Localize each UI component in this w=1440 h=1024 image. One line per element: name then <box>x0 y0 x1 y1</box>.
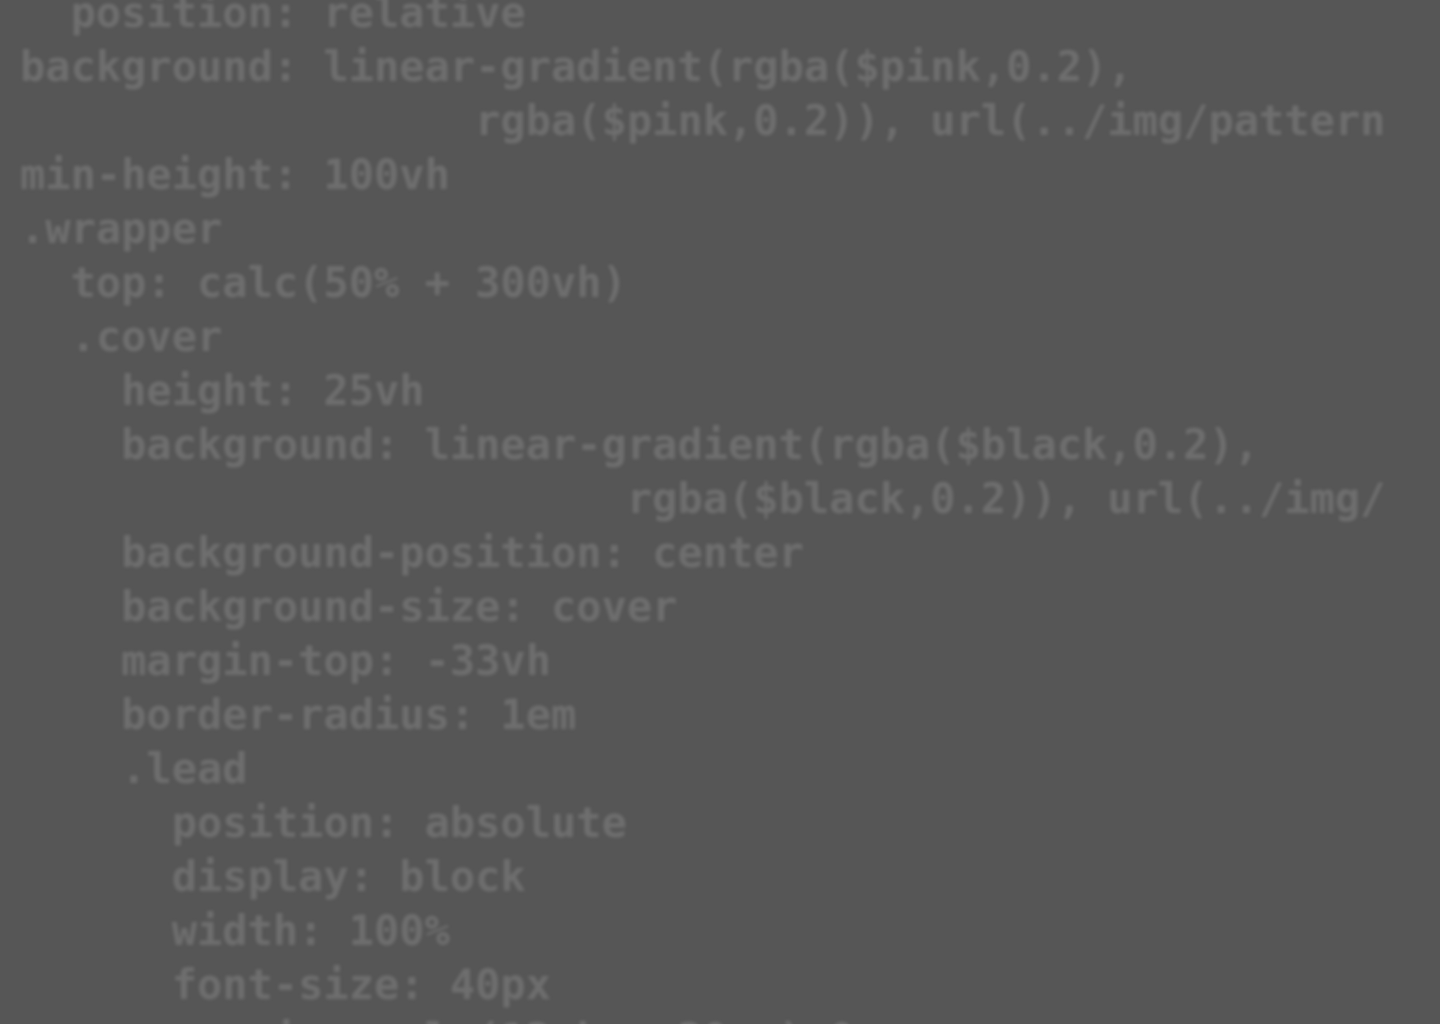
code-line: rgba($pink,0.2)), url(../img/pattern <box>20 96 1386 145</box>
code-line: background-size: cover <box>20 582 678 631</box>
code-line: .lead <box>20 744 248 793</box>
code-line: position: absolute <box>20 798 627 847</box>
code-line: top: calc(50% + 300vh) <box>20 258 627 307</box>
code-line: min-height: 100vh <box>20 150 450 199</box>
code-line: background: linear-gradient(rgba($black,… <box>20 420 1260 469</box>
code-line: height: 25vh <box>20 366 425 415</box>
code-line: border-radius: 1em <box>20 690 577 739</box>
code-line: margin: calc(12vh - 20px) 0 <box>20 1012 1385 1024</box>
code-line: position: relative <box>20 0 526 37</box>
code-line: display: block <box>20 852 526 901</box>
code-line: .cover <box>20 312 223 361</box>
code-line: .wrapper <box>20 204 223 253</box>
code-viewport: position: relative background: linear-gra… <box>0 0 1440 1024</box>
code-line: font-size: 40px <box>20 960 552 1009</box>
code-line: width: 100% <box>20 906 450 955</box>
code-line: margin-top: -33vh <box>20 636 552 685</box>
code-block: position: relative background: linear-gra… <box>20 0 1385 1024</box>
code-line: background: linear-gradient(rgba($pink,0… <box>20 42 1133 91</box>
code-line: rgba($black,0.2)), url(../img/ <box>20 474 1386 523</box>
code-line: background-position: center <box>20 528 804 577</box>
